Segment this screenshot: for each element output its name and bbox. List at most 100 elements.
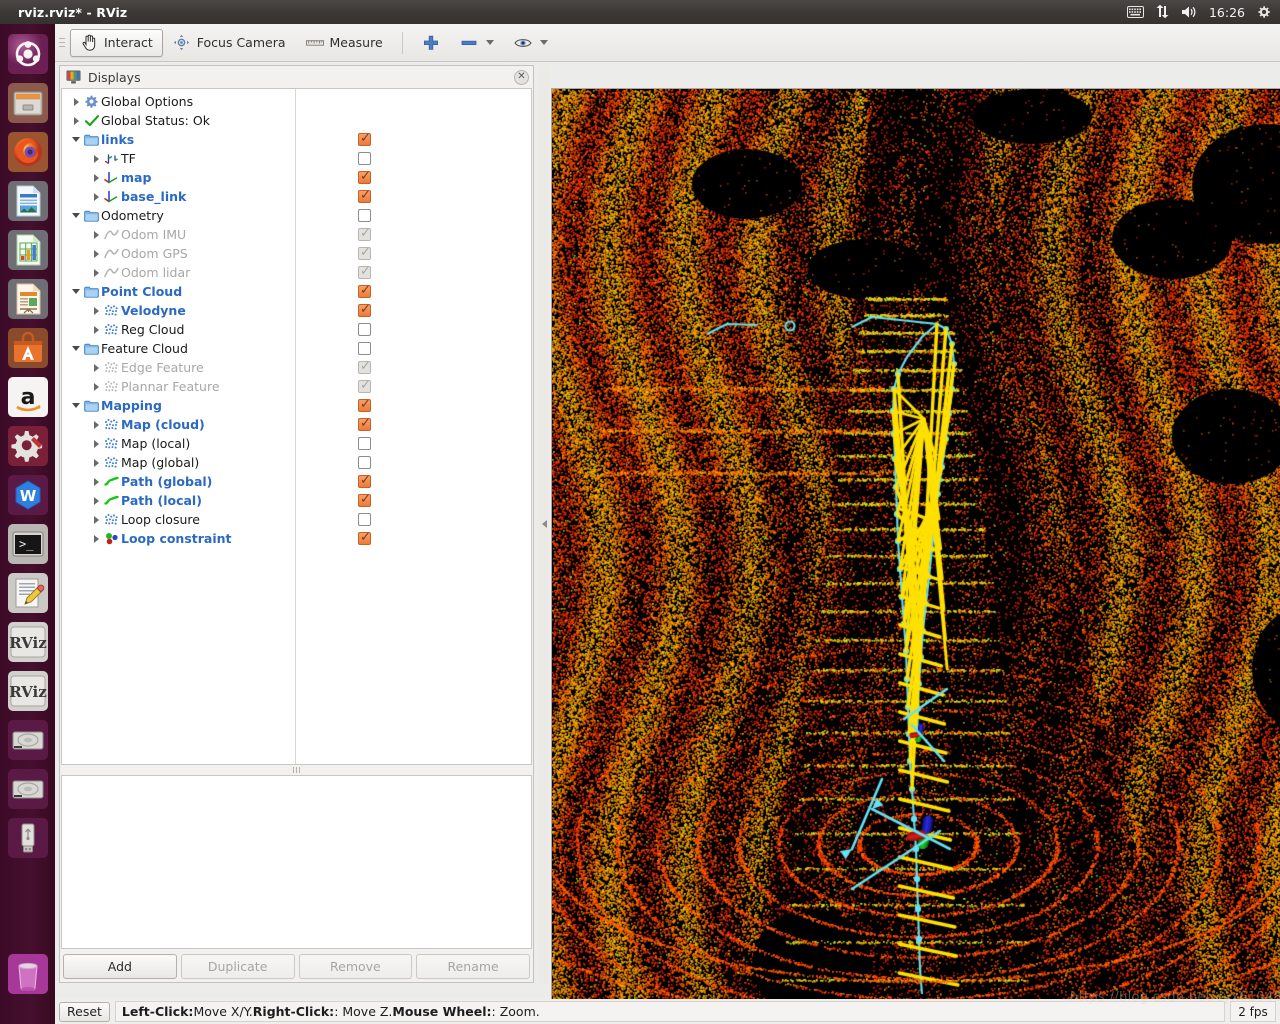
launcher-item-rviz[interactable]: RViz bbox=[6, 669, 50, 713]
tree-item-checkbox[interactable] bbox=[358, 152, 371, 165]
tree-item-checkbox[interactable]: ✓ bbox=[358, 398, 371, 412]
chevron-right-icon[interactable] bbox=[90, 187, 102, 206]
chevron-down-icon[interactable] bbox=[70, 282, 82, 301]
chevron-right-icon[interactable] bbox=[90, 225, 102, 244]
tree-item-global-options[interactable]: Global Options bbox=[62, 92, 531, 111]
tree-item-checkbox[interactable]: ✓ bbox=[358, 531, 371, 545]
chevron-right-icon[interactable] bbox=[90, 529, 102, 548]
point-cloud-canvas[interactable] bbox=[552, 89, 1280, 1014]
add-button[interactable]: Add bbox=[63, 953, 177, 979]
chevron-right-icon[interactable] bbox=[70, 92, 82, 111]
tree-item-odometry[interactable]: Odometry bbox=[62, 206, 531, 225]
tree-item-edge-feature[interactable]: Edge Feature ✓ bbox=[62, 358, 531, 377]
tree-item-checkbox[interactable]: ✓ bbox=[358, 417, 371, 431]
displays-tree[interactable]: Global Options Global Status: Ok links ✓ TF m… bbox=[61, 88, 532, 765]
tree-item-checkbox[interactable]: ✓ bbox=[358, 189, 371, 203]
tree-item-reg-cloud[interactable]: Reg Cloud bbox=[62, 320, 531, 339]
chevron-right-icon[interactable] bbox=[90, 149, 102, 168]
tree-item-checkbox[interactable] bbox=[358, 342, 371, 355]
view-visibility-chevron-down-icon[interactable] bbox=[539, 40, 548, 45]
launcher-item-wps-office[interactable]: W bbox=[6, 473, 50, 517]
chevron-right-icon[interactable] bbox=[90, 244, 102, 263]
chevron-down-icon[interactable] bbox=[70, 396, 82, 415]
gear-icon[interactable] bbox=[1256, 5, 1271, 20]
tree-item-base-link[interactable]: base_link ✓ bbox=[62, 187, 531, 206]
launcher-item-firefox[interactable] bbox=[6, 130, 50, 174]
tree-item-checkbox[interactable]: ✓ bbox=[358, 284, 371, 298]
chevron-right-icon[interactable] bbox=[90, 320, 102, 339]
launcher-item-system-settings[interactable] bbox=[6, 424, 50, 468]
tree-item-map-cloud[interactable]: Map (cloud) ✓ bbox=[62, 415, 531, 434]
launcher-item-disk-drive[interactable] bbox=[6, 718, 50, 762]
launcher-item-usb-drive[interactable] bbox=[6, 816, 50, 860]
launcher-item-amazon[interactable]: a bbox=[6, 375, 50, 419]
toolbar-grip[interactable] bbox=[57, 32, 67, 54]
volume-icon[interactable] bbox=[1181, 5, 1198, 19]
tree-item-odom-imu[interactable]: Odom IMU ✓ bbox=[62, 225, 531, 244]
tree-item-point-cloud[interactable]: Point Cloud ✓ bbox=[62, 282, 531, 301]
close-icon[interactable]: ✕ bbox=[514, 69, 529, 85]
launcher-item-terminal[interactable]: >_ bbox=[6, 522, 50, 566]
left-dock-collapse-handle[interactable] bbox=[539, 65, 549, 983]
view-visibility-button[interactable] bbox=[504, 29, 558, 57]
chevron-right-icon[interactable] bbox=[90, 301, 102, 320]
chevron-right-icon[interactable] bbox=[90, 168, 102, 187]
chevron-right-icon[interactable] bbox=[90, 453, 102, 472]
tree-item-checkbox[interactable] bbox=[358, 323, 371, 336]
launcher-item-text-editor[interactable] bbox=[6, 571, 50, 615]
keyboard-icon[interactable] bbox=[1126, 6, 1144, 18]
launcher-item-ubuntu-dash[interactable] bbox=[6, 32, 50, 76]
tree-item-checkbox[interactable]: ✓ bbox=[358, 170, 371, 184]
tree-item-checkbox[interactable]: ✓ bbox=[358, 493, 371, 507]
tree-item-mapping[interactable]: Mapping ✓ bbox=[62, 396, 531, 415]
launcher-item-rviz[interactable]: RViz bbox=[6, 620, 50, 664]
interact-tool-button[interactable]: Interact bbox=[70, 28, 163, 57]
tree-item-path-local[interactable]: Path (local) ✓ bbox=[62, 491, 531, 510]
tree-item-links[interactable]: links ✓ bbox=[62, 130, 531, 149]
reset-button[interactable]: Reset bbox=[59, 1001, 110, 1022]
chevron-right-icon[interactable] bbox=[90, 472, 102, 491]
chevron-down-icon[interactable] bbox=[70, 206, 82, 225]
chevron-right-icon[interactable] bbox=[90, 358, 102, 377]
tree-item-map-global[interactable]: Map (global) bbox=[62, 453, 531, 472]
chevron-right-icon[interactable] bbox=[70, 111, 82, 130]
chevron-right-icon[interactable] bbox=[90, 434, 102, 453]
tree-item-checkbox[interactable] bbox=[358, 513, 371, 526]
tree-item-checkbox[interactable]: ✓ bbox=[358, 474, 371, 488]
launcher-item-disk-drive[interactable] bbox=[6, 767, 50, 811]
tree-item-velodyne[interactable]: Velodyne ✓ bbox=[62, 301, 531, 320]
chevron-down-icon[interactable] bbox=[70, 130, 82, 149]
tree-item-path-global[interactable]: Path (global) ✓ bbox=[62, 472, 531, 491]
chevron-right-icon[interactable] bbox=[90, 263, 102, 282]
tree-item-odom-lidar[interactable]: Odom lidar ✓ bbox=[62, 263, 531, 282]
property-editor-panel[interactable] bbox=[61, 775, 532, 949]
tree-item-checkbox[interactable]: ✓ bbox=[358, 132, 371, 146]
launcher-item-ubuntu-software[interactable] bbox=[6, 326, 50, 370]
tree-item-tf[interactable]: TF bbox=[62, 149, 531, 168]
remove-tool-button[interactable] bbox=[450, 29, 504, 57]
measure-tool-button[interactable]: Measure bbox=[296, 29, 393, 57]
tree-item-feature-cloud[interactable]: Feature Cloud bbox=[62, 339, 531, 358]
tree-item-plannar-feature[interactable]: Plannar Feature ✓ bbox=[62, 377, 531, 396]
network-icon[interactable] bbox=[1155, 5, 1170, 19]
chevron-right-icon[interactable] bbox=[90, 510, 102, 529]
tree-item-checkbox[interactable] bbox=[358, 437, 371, 450]
tree-item-global-status-ok[interactable]: Global Status: Ok bbox=[62, 111, 531, 130]
tree-item-loop-closure[interactable]: Loop closure bbox=[62, 510, 531, 529]
clock[interactable]: 16:26 bbox=[1209, 5, 1245, 20]
launcher-item-libreoffice-calc[interactable] bbox=[6, 228, 50, 272]
launcher-item-files[interactable] bbox=[6, 81, 50, 125]
chevron-down-icon[interactable] bbox=[70, 339, 82, 358]
launcher-item-trash[interactable] bbox=[6, 952, 50, 996]
focus-camera-tool-button[interactable]: Focus Camera bbox=[163, 29, 296, 57]
tree-item-checkbox[interactable] bbox=[358, 209, 371, 222]
3d-viewport[interactable]: https://blog.csdn.net/cyx61048 bbox=[551, 88, 1280, 1015]
tree-item-map-local[interactable]: Map (local) bbox=[62, 434, 531, 453]
tree-item-checkbox[interactable] bbox=[358, 456, 371, 469]
remove-tool-chevron-down-icon[interactable] bbox=[485, 40, 494, 45]
tree-item-map[interactable]: map ✓ bbox=[62, 168, 531, 187]
tree-item-loop-constraint[interactable]: Loop constraint ✓ bbox=[62, 529, 531, 548]
chevron-right-icon[interactable] bbox=[90, 415, 102, 434]
chevron-right-icon[interactable] bbox=[90, 377, 102, 396]
tree-item-odom-gps[interactable]: Odom GPS ✓ bbox=[62, 244, 531, 263]
